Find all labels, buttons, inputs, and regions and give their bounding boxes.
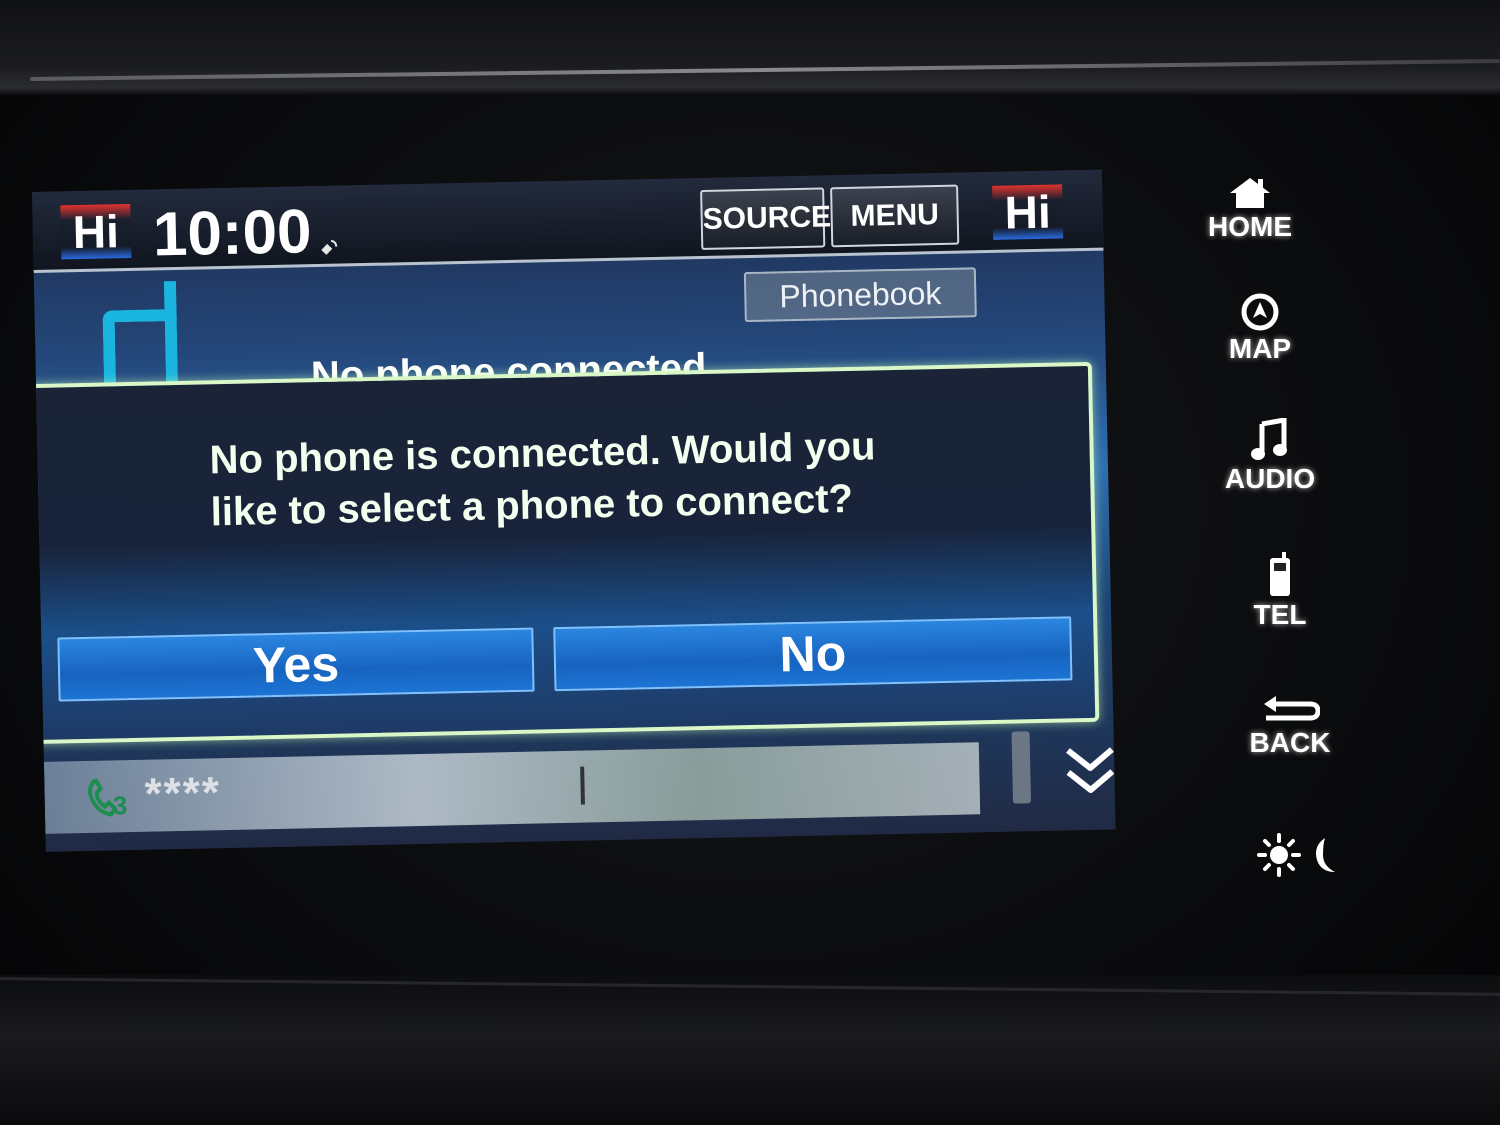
home-label: HOME bbox=[1208, 211, 1292, 242]
double-chevron-down-icon[interactable] bbox=[1062, 741, 1116, 802]
audio-label: AUDIO bbox=[1224, 463, 1316, 494]
clock: 10:00 bbox=[152, 197, 313, 270]
map-button[interactable]: MAP bbox=[1190, 292, 1330, 364]
call-history-bar[interactable]: 3 **** bbox=[43, 742, 981, 834]
climate-hi-right-badge: Hi bbox=[992, 184, 1064, 240]
source-button[interactable]: SOURCE bbox=[700, 187, 831, 250]
connect-phone-dialog: No phone is connected. Would you like to… bbox=[32, 361, 1100, 745]
no-button[interactable]: No bbox=[553, 616, 1073, 692]
back-button[interactable]: BACK bbox=[1220, 696, 1360, 758]
yes-button[interactable]: Yes bbox=[57, 627, 535, 702]
music-note-icon bbox=[1251, 418, 1287, 460]
climate-hi-left-badge: Hi bbox=[60, 203, 132, 260]
map-compass-icon bbox=[1241, 293, 1279, 331]
sun-moon-icon bbox=[1257, 833, 1335, 877]
map-label: MAP bbox=[1228, 333, 1292, 364]
text-cursor bbox=[580, 766, 585, 805]
call-count: 3 bbox=[112, 790, 128, 821]
tel-button[interactable]: TEL bbox=[1210, 552, 1350, 630]
menu-button[interactable]: MENU bbox=[830, 184, 960, 248]
infotainment-screen: Hi 10:00 SOURCE MENU Hi Phonebook No pho… bbox=[32, 169, 1116, 852]
mobile-phone-icon bbox=[1270, 552, 1290, 596]
back-label: BACK bbox=[1249, 727, 1331, 758]
top-trim bbox=[0, 0, 1500, 95]
dialog-message: No phone is connected. Would you like to… bbox=[209, 424, 876, 535]
day-night-button[interactable] bbox=[1250, 832, 1350, 882]
tel-label: TEL bbox=[1253, 599, 1307, 630]
gps-signal-icon bbox=[321, 239, 338, 255]
phonebook-button[interactable]: Phonebook bbox=[743, 267, 977, 323]
masked-phone-number: **** bbox=[144, 768, 222, 819]
bottom-trim bbox=[0, 975, 1500, 1125]
back-arrow-icon bbox=[1264, 696, 1320, 721]
scrollbar[interactable] bbox=[1011, 731, 1032, 804]
audio-button[interactable]: AUDIO bbox=[1200, 418, 1340, 494]
home-button[interactable]: HOME bbox=[1180, 176, 1320, 242]
home-icon bbox=[1230, 178, 1270, 208]
